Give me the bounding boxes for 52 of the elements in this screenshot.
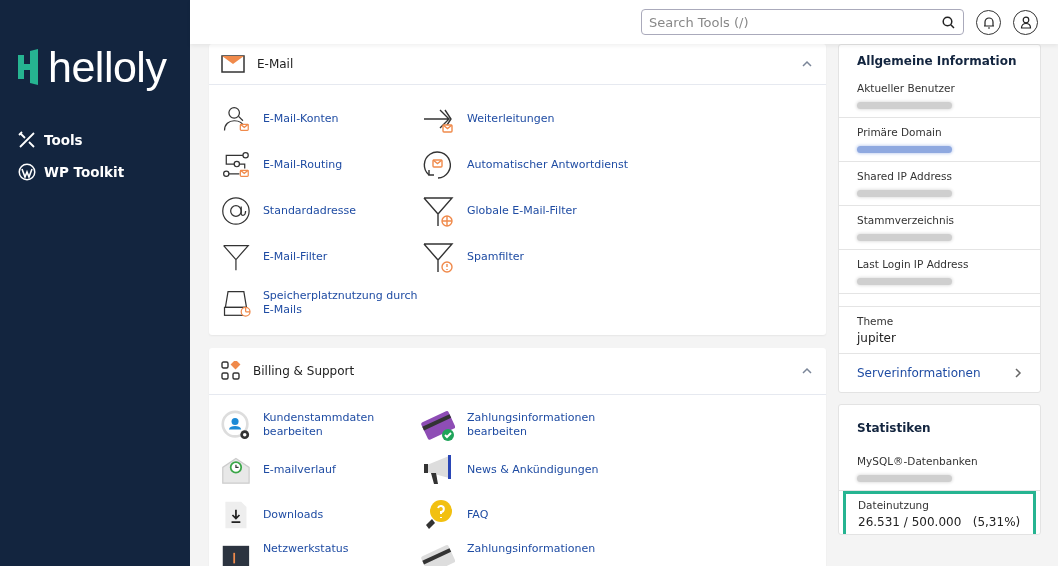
wordpress-icon [18,163,36,181]
user-button[interactable] [1013,9,1038,35]
spam-filter-icon [421,240,455,274]
tool-link[interactable]: Spamfilter [467,249,647,265]
bell-icon [982,15,995,29]
info-value: jupiter [857,331,897,345]
tool-link[interactable]: Globale E-Mail-Filter [467,203,647,219]
tool-link[interactable]: Weiterleitungen [467,111,647,127]
card-title: Statistiken [856,420,932,437]
tool-link[interactable]: Netzwerkstatus [262,542,421,557]
info-label: Primäre Domain [857,126,943,138]
tool-link[interactable]: Standardadresse [262,203,421,219]
info-label: Dateinutzung [858,499,930,511]
section-title: E-Mail [257,57,295,71]
info-label: Stammverzeichnis [857,214,956,226]
tool-link[interactable]: E-Mail-Routing [262,157,421,173]
nav-item[interactable]: WP Toolkit [0,156,190,188]
tool-link[interactable]: E-Mail-Filter [262,249,421,265]
info-label: MySQL®-Datenbanken [857,455,979,467]
envelope-icon [221,55,245,73]
apps-grid-icon [221,361,241,381]
contact-gear-icon [221,408,251,442]
search-field[interactable]: Search Tools (/) [641,9,964,35]
tool-link[interactable]: News & Ankündigungen [467,462,647,478]
tool-link[interactable]: Zahlungsinformationen bearbeiten [467,410,647,440]
globe-filter-icon [421,194,455,228]
card-title: Allgemeine Information [856,53,1018,70]
tool-link[interactable]: Zahlungsinformationen [467,542,647,557]
info-label: Last Login IP Address [857,258,970,270]
search-icon [942,16,955,29]
server-info-link[interactable]: Serverinformationen [839,354,1040,392]
user-icon [1019,15,1032,29]
tools-icon [18,131,36,149]
logo: helloly [48,42,167,92]
tool-link[interactable]: FAQ [467,507,647,523]
notifications-button[interactable] [976,9,1001,35]
nav-label: WP Toolkit [44,164,125,180]
tool-link[interactable]: Downloads [262,507,421,523]
tool-link[interactable]: E-Mail-Konten [262,111,421,127]
tool-link[interactable]: E-mailverlauf [262,462,421,478]
tool-link[interactable]: Speicherplatznutzung durch E-Mails [262,288,421,318]
info-label: Shared IP Address [857,170,953,182]
at-sign-icon [221,194,251,228]
chevron-right-icon [1014,367,1022,379]
tool-link[interactable]: Kundenstammdaten bearbeiten [262,410,421,440]
tool-link[interactable]: Automatischer Antwortdienst [467,157,647,173]
section-title: Billing & Support [253,364,356,378]
nav-label: Tools [44,132,83,148]
info-label: Theme [857,315,895,327]
nav-item[interactable]: Tools [0,124,190,156]
info-value: 26.531 / 500.000 (5,31%) [858,515,1021,529]
info-label: Aktueller Benutzer [857,82,956,94]
